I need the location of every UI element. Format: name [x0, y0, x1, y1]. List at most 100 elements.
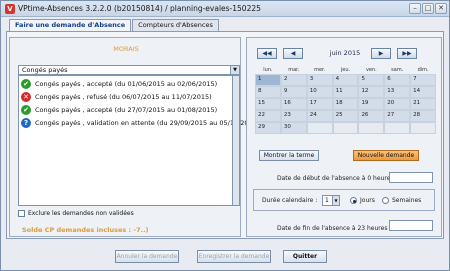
exclude-checkbox-row[interactable]: Exclure les demandes non validées [18, 210, 134, 217]
calendar-day[interactable]: 21 [410, 98, 437, 110]
weekday-label: dim. [417, 67, 429, 73]
list-item[interactable]: ✔ Congés payés , accepté (du 01/06/2015 … [21, 78, 231, 90]
new-request-button[interactable]: Nouvelle demande [353, 150, 419, 161]
calendar-day[interactable]: 16 [280, 98, 307, 110]
calendar-day[interactable]: 1 [255, 74, 281, 86]
prev-year-button[interactable]: ◀◀ [257, 48, 277, 59]
calendar-day[interactable]: 14 [410, 86, 437, 98]
cancel-request-button[interactable]: Annuler la demande [115, 250, 179, 263]
weekday-label: ven. [365, 67, 377, 73]
list-item[interactable]: ? Congés payés , validation en attente (… [21, 117, 259, 129]
jours-radio[interactable] [350, 197, 357, 204]
calendar-days: 1 2 3 4 5 6 7 8 9 10 11 12 13 14 15 16 1… [255, 74, 437, 134]
absence-type-select[interactable]: Congés payés ▼ [18, 65, 240, 75]
save-request-button[interactable]: Enregistrer la demande [197, 250, 271, 263]
semaines-label: Semaines [392, 197, 422, 204]
absence-list-panel: MORAIS Congés payés ▼ ✔ Congés payés , a… [9, 37, 259, 237]
duration-select[interactable]: 1 ▼ [322, 195, 340, 206]
calendar-day[interactable]: 7 [410, 74, 437, 86]
calendar-day[interactable]: 19 [358, 98, 385, 110]
tab-faire-demande[interactable]: Faire une demande d'Absence [9, 19, 132, 31]
calendar-day[interactable]: 8 [255, 86, 281, 98]
employee-name: MORAIS [113, 45, 139, 53]
absence-text: Congés payés , refusé (du 06/07/2015 au … [35, 93, 212, 101]
absence-type-value: Congés payés [22, 66, 68, 74]
semaines-radio[interactable] [382, 197, 389, 204]
weekday-label: lun. [263, 67, 273, 73]
calendar-day[interactable]: 17 [306, 98, 333, 110]
calendar-day[interactable]: 11 [332, 86, 359, 98]
absence-text: Congés payés , accepté (du 27/07/2015 au… [35, 106, 218, 114]
minimize-button[interactable]: – [409, 3, 421, 14]
window-title: VPtime-Absences 3.2.2.0 (b20150814) / pl… [18, 4, 261, 13]
calendar-day[interactable]: 23 [280, 110, 307, 122]
duration-box: Durée calendaire : 1 ▼ Jours Semaines [253, 189, 435, 211]
app-window: V VPtime-Absences 3.2.2.0 (b20150814) / … [0, 0, 450, 271]
tab-bar: Faire une demande d'Absence Compteurs d'… [9, 19, 220, 31]
title-bar: V VPtime-Absences 3.2.2.0 (b20150814) / … [1, 1, 449, 17]
calendar-grid: lun. mar. mer. jeu. ven. sam. dim. 1 2 3… [255, 66, 437, 134]
list-scrollbar[interactable] [232, 75, 240, 206]
calendar-day[interactable]: 3 [306, 74, 333, 86]
calendar-day[interactable]: 4 [332, 74, 359, 86]
duration-value: 1 [325, 197, 329, 204]
end-date-field[interactable] [389, 220, 433, 231]
jours-label: Jours [360, 197, 375, 204]
calendar-day[interactable]: 26 [358, 110, 385, 122]
weekday-label: sam. [391, 67, 404, 73]
tab-compteurs[interactable]: Compteurs d'Absences [132, 19, 219, 31]
prev-month-button[interactable]: ◀ [283, 48, 303, 59]
calendar-day[interactable]: 24 [306, 110, 333, 122]
absence-text: Congés payés , accepté (du 01/06/2015 au… [35, 80, 218, 88]
next-year-button[interactable]: ▶▶ [397, 48, 417, 59]
solde-cp: Solde CP demandes incluses : -7..) [22, 226, 149, 234]
start-date-label: Date de début de l'absence à 0 heure 0 [277, 175, 397, 182]
calendar-day[interactable]: 25 [332, 110, 359, 122]
weekday-label: mar. [288, 67, 300, 73]
calendar-day[interactable]: 30 [280, 122, 307, 134]
list-item[interactable]: ✕ Congés payés , refusé (du 06/07/2015 a… [21, 91, 231, 103]
chevron-down-icon[interactable]: ▼ [230, 66, 239, 74]
show-term-button[interactable]: Montrer la terme [259, 150, 319, 161]
calendar-day[interactable]: 9 [280, 86, 307, 98]
calendar-day[interactable]: 27 [384, 110, 411, 122]
next-month-button[interactable]: ▶ [371, 48, 391, 59]
calendar-day-empty [306, 122, 333, 134]
refused-icon: ✕ [21, 92, 31, 102]
app-logo-icon: V [5, 4, 15, 14]
pending-icon: ? [21, 118, 31, 128]
quit-button[interactable]: Quitter [283, 250, 327, 263]
calendar-day[interactable]: 15 [255, 98, 281, 110]
calendar-day-empty [410, 122, 437, 134]
calendar-day[interactable]: 28 [410, 110, 437, 122]
list-item[interactable]: ✔ Congés payés , accepté (du 27/07/2015 … [21, 104, 231, 116]
calendar-day[interactable]: 12 [358, 86, 385, 98]
calendar-day-empty [384, 122, 411, 134]
maximize-button[interactable]: □ [422, 3, 434, 14]
check-icon: ✔ [21, 79, 31, 89]
chevron-down-icon[interactable]: ▼ [332, 196, 339, 205]
start-date-field[interactable] [389, 172, 433, 183]
absence-text: Congés payés , validation en attente (du… [35, 119, 260, 127]
calendar-day[interactable]: 6 [384, 74, 411, 86]
calendar-day[interactable]: 10 [306, 86, 333, 98]
calendar-day[interactable]: 2 [280, 74, 307, 86]
calendar-day[interactable]: 18 [332, 98, 359, 110]
calendar-day[interactable]: 13 [384, 86, 411, 98]
calendar-day[interactable]: 20 [384, 98, 411, 110]
weekday-header: lun. mar. mer. jeu. ven. sam. dim. [255, 66, 436, 74]
absence-list: ✔ Congés payés , accepté (du 01/06/2015 … [18, 75, 259, 206]
weekday-label: jeu. [340, 67, 351, 73]
calendar-day[interactable]: 5 [358, 74, 385, 86]
calendar-month: juin 2015 [329, 49, 361, 57]
check-icon: ✔ [21, 105, 31, 115]
weekday-label: mer. [314, 67, 326, 73]
close-button[interactable]: ✕ [435, 3, 447, 14]
calendar-day[interactable]: 22 [255, 110, 281, 122]
calendar-day-empty [332, 122, 359, 134]
end-date-label: Date de fin de l'absence à 23 heures 59 [277, 225, 397, 232]
exclude-checkbox[interactable] [18, 210, 25, 217]
calendar-day-empty [358, 122, 385, 134]
duration-label: Durée calendaire : [262, 197, 318, 204]
calendar-day[interactable]: 29 [255, 122, 281, 134]
